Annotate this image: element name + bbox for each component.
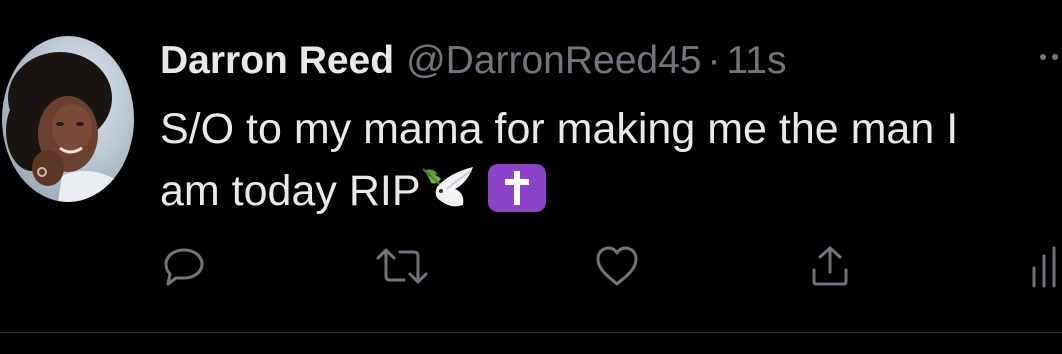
tweet-divider [0,332,1062,333]
author-name[interactable]: Darron Reed [160,39,394,82]
tweet-text: S/O to my mama for making me the man I a… [160,98,1062,222]
like-icon[interactable] [594,244,638,288]
dove-emoji-icon [421,165,475,211]
retweet-icon[interactable] [374,244,428,288]
tweet-timestamp[interactable]: 11s [726,39,786,82]
latin-cross-emoji-icon [487,163,547,213]
tweet-actions [0,244,1062,288]
reply-icon[interactable] [162,244,206,288]
tweet[interactable]: Darron Reed @DarronReed45 · 11s S/O to my m… [0,0,1062,332]
tweet-text-line-2: am today RIP [160,160,1062,222]
author-avatar[interactable] [2,36,134,202]
author-handle[interactable]: @DarronReed45 [406,39,701,82]
more-options-icon[interactable] [1040,54,1062,64]
separator-dot: · [707,39,721,82]
tweet-header: Darron Reed @DarronReed45 · 11s [160,36,786,86]
share-icon[interactable] [808,244,852,288]
analytics-icon[interactable] [1030,244,1062,288]
tweet-text-line-2-text: am today RIP [160,167,421,215]
tweet-text-line-1: S/O to my mama for making me the man I [160,105,959,153]
